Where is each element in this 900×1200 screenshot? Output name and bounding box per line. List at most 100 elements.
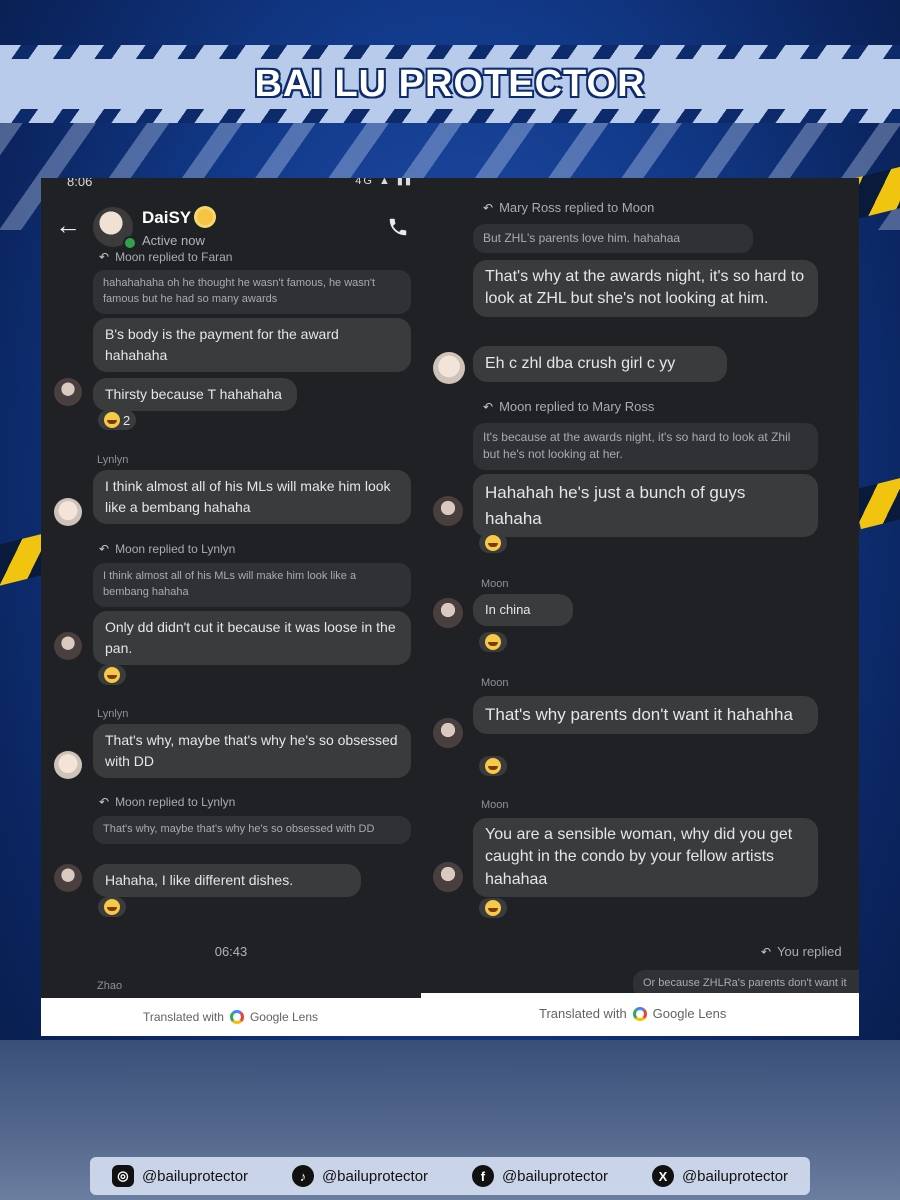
reaction-badge[interactable] [479,898,507,918]
quoted-message: It's because at the awards night, it's s… [473,423,818,470]
facebook-icon: f [471,1165,494,1187]
sender-name: Zhao [97,980,123,992]
contact-name: DaiSY [142,208,192,227]
reply-meta: ↶ Moon replied to Lynlyn [99,542,235,556]
banner-title: BAI LU PROTECTOR [254,63,646,105]
reaction-count: 2 [123,412,131,428]
reaction-badge[interactable] [479,632,507,652]
instagram-link[interactable]: ◎ @bailuprotector [111,1165,249,1187]
message-bubble[interactable]: That's why parents don't want it hahahha [473,696,818,734]
contact-status: Active now [142,233,205,248]
reply-icon: ↶ [99,795,110,809]
quoted-message: But ZHL's parents love him. hahahaa [473,224,753,254]
laughing-emoji-icon [485,535,501,551]
translated-with-label: Translated with [143,1010,224,1024]
message-bubble[interactable]: That's why at the awards night, it's so … [473,260,818,317]
tiktok-icon: ♪ [291,1165,314,1187]
message-bubble[interactable]: In china [473,594,573,626]
avatar[interactable] [433,496,463,526]
avatar[interactable] [433,862,463,892]
reply-meta-text: You replied [777,944,842,959]
message-bubble[interactable]: You are a sensible woman, why did you ge… [473,818,818,898]
reaction-badge[interactable]: 2 [98,410,137,430]
laughing-emoji-icon [104,899,120,915]
social-links-bar: ◎ @bailuprotector ♪ @bailuprotector f @b… [90,1157,810,1195]
sunflower-icon [197,209,213,225]
translated-with-label: Translated with [539,1006,627,1021]
quoted-message: I think almost all of his MLs will make … [93,563,411,607]
avatar[interactable] [54,378,82,406]
avatar[interactable] [433,598,463,628]
laughing-emoji-icon [485,634,501,650]
online-indicator [123,236,137,250]
left-chat-screenshot: 8:06 4G ▲ ▮▮ ← DaiSY Active now ↶ Moon r… [41,178,421,998]
reply-meta-text: Mary Ross replied to Moon [499,200,655,215]
message-bubble[interactable]: That's why, maybe that's why he's so obs… [93,724,411,778]
reply-icon: ↶ [761,944,772,959]
reaction-badge[interactable] [479,533,507,553]
laughing-emoji-icon [104,412,120,428]
reply-meta: ↶ Moon replied to Lynlyn [99,795,235,809]
tiktok-link[interactable]: ♪ @bailuprotector [291,1165,429,1187]
google-lens-icon [229,1010,244,1024]
message-bubble[interactable]: Thirsty because T hahahaha [93,378,297,411]
quoted-message: That's why, maybe that's why he's so obs… [93,816,411,844]
header-banner: BAI LU PROTECTOR [0,45,900,123]
back-arrow-icon[interactable]: ← [55,212,81,238]
reply-meta: ↶ Mary Ross replied to Moon [483,200,654,215]
social-handle: @bailuprotector [681,1167,789,1185]
left-translation-footer: Translated with Google Lens [41,998,421,1036]
reply-meta-text: Moon replied to Lynlyn [115,542,236,556]
reply-icon: ↶ [99,250,110,264]
avatar[interactable] [54,498,82,526]
reply-meta: ↶ Moon replied to Faran [99,250,232,264]
google-lens-label: Google Lens [652,1006,727,1021]
instagram-icon: ◎ [111,1165,134,1187]
reply-icon: ↶ [483,399,494,414]
avatar[interactable] [54,864,82,892]
status-time: 8:06 [67,178,93,189]
right-translation-footer: Translated with Google Lens [421,993,859,1036]
reaction-badge[interactable] [479,756,507,776]
reply-meta: ↶ You replied [761,944,842,959]
reaction-badge[interactable] [98,897,126,917]
quoted-message: Or because ZHLRa's parents don't want it [633,970,859,993]
reply-icon: ↶ [99,542,110,556]
message-bubble[interactable]: B's body is the payment for the award ha… [93,318,411,372]
message-bubble[interactable]: I think almost all of his MLs will make … [93,470,411,524]
message-bubble[interactable]: Only dd didn't cut it because it was loo… [93,611,411,665]
avatar[interactable] [54,751,82,779]
sender-name: Moon [481,799,509,811]
message-bubble[interactable]: Hahahah he's just a bunch of guys hahaha [473,474,818,537]
laughing-emoji-icon [485,758,501,774]
reply-meta: ↶ Moon replied to Mary Ross [483,399,654,414]
laughing-emoji-icon [485,900,501,916]
quoted-message: hahahahaha oh he thought he wasn't famou… [93,270,411,314]
social-handle: @bailuprotector [501,1167,609,1185]
social-handle: @bailuprotector [141,1167,249,1185]
x-icon: X [651,1165,674,1187]
reply-meta-text: Moon replied to Mary Ross [499,399,655,414]
message-bubble[interactable]: Hahaha, I like different dishes. [93,864,361,897]
avatar[interactable] [433,352,465,384]
facebook-link[interactable]: f @bailuprotector [471,1165,609,1187]
laughing-emoji-icon [104,667,120,683]
sender-name: Moon [481,677,509,689]
reply-meta-text: Moon replied to Lynlyn [115,795,236,809]
right-chat-screenshot: ↶ Mary Ross replied to Moon But ZHL's pa… [421,178,859,993]
reply-icon: ↶ [483,200,494,215]
phone-call-icon[interactable] [387,216,409,238]
x-link[interactable]: X @bailuprotector [651,1165,789,1187]
google-lens-label: Google Lens [249,1010,318,1024]
time-separator: 06:43 [214,944,248,959]
reaction-badge[interactable] [98,665,126,685]
message-bubble[interactable]: Eh c zhl dba crush girl c yy [473,346,727,382]
status-icons: 4G ▲ ▮▮ [355,178,413,187]
sender-name: Moon [481,578,509,590]
social-handle: @bailuprotector [321,1167,429,1185]
reply-meta-text: Moon replied to Faran [115,250,233,264]
google-lens-icon [632,1006,647,1021]
sender-name: Lynlyn [97,454,129,466]
avatar[interactable] [54,632,82,660]
avatar[interactable] [433,718,463,748]
